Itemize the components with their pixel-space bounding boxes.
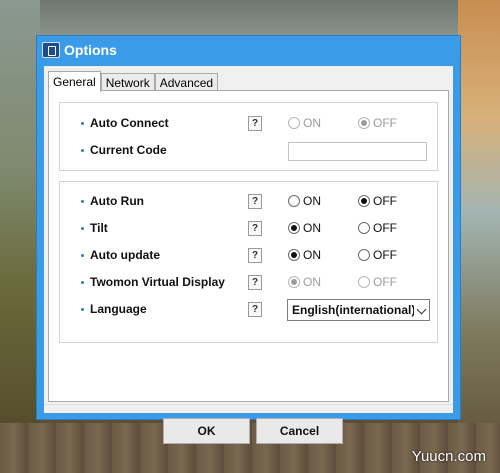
desktop-background-left [0, 0, 40, 473]
watermark: Yuucn.com [411, 448, 486, 465]
current-code-label: Current Code [90, 143, 167, 157]
tilt-on-radio[interactable]: ON [288, 221, 321, 235]
general-settings-group: Auto Run ? ON OFF Tilt ? ON OFF Auto upd… [59, 181, 438, 343]
dialog-footer-divider [44, 404, 453, 405]
virtual-display-row: Twomon Virtual Display ? ON OFF [60, 273, 437, 293]
twomon-app-icon [42, 42, 60, 58]
help-icon[interactable]: ? [248, 221, 262, 236]
help-icon[interactable]: ? [248, 302, 262, 317]
ok-button[interactable]: OK [163, 418, 250, 444]
current-code-row: Current Code [60, 141, 437, 161]
radio-label: OFF [373, 194, 397, 208]
window-title: Options [64, 42, 117, 58]
auto-connect-label: Auto Connect [90, 116, 169, 130]
radio-circle-icon [358, 249, 370, 261]
tab-network[interactable]: Network [100, 73, 155, 91]
radio-circle-icon [358, 195, 370, 207]
bullet-icon [81, 281, 84, 284]
auto-update-label: Auto update [90, 248, 160, 262]
auto-run-on-radio[interactable]: ON [288, 194, 321, 208]
options-dialog: Options General Network Advanced Auto Co… [36, 35, 461, 444]
language-select-value: English(international) [292, 303, 414, 317]
connection-group: Auto Connect ? ON OFF Current Code [59, 102, 438, 171]
virtual-display-label: Twomon Virtual Display [90, 275, 225, 289]
radio-circle-icon [358, 222, 370, 234]
bullet-icon [81, 122, 84, 125]
help-icon[interactable]: ? [248, 116, 262, 131]
radio-label: ON [303, 275, 321, 289]
bullet-icon [81, 254, 84, 257]
radio-circle-icon [358, 276, 370, 288]
tilt-row: Tilt ? ON OFF [60, 219, 437, 239]
radio-circle-icon [288, 195, 300, 207]
general-tab-panel: Auto Connect ? ON OFF Current Code Auto … [48, 90, 449, 402]
auto-update-row: Auto update ? ON OFF [60, 246, 437, 266]
radio-label: ON [303, 116, 321, 130]
language-select[interactable]: English(international) [287, 299, 430, 321]
language-row: Language ? English(international) [60, 299, 437, 321]
bullet-icon [81, 227, 84, 230]
dialog-client-area: General Network Advanced Auto Connect ? … [44, 66, 453, 444]
bullet-icon [81, 149, 84, 152]
bullet-icon [81, 308, 84, 311]
desktop-background-top [0, 0, 500, 36]
tab-strip: General Network Advanced [48, 71, 219, 92]
language-label: Language [90, 302, 147, 316]
auto-run-label: Auto Run [90, 194, 144, 208]
help-icon[interactable]: ? [248, 248, 262, 263]
desktop-background-right [458, 0, 500, 473]
radio-label: ON [303, 194, 321, 208]
help-icon[interactable]: ? [248, 194, 262, 209]
auto-run-off-radio[interactable]: OFF [358, 194, 397, 208]
cancel-button[interactable]: Cancel [256, 418, 343, 444]
radio-circle-icon [288, 276, 300, 288]
radio-label: OFF [373, 116, 397, 130]
auto-connect-on-radio: ON [288, 116, 321, 130]
tilt-off-radio[interactable]: OFF [358, 221, 397, 235]
virtual-display-off-radio: OFF [358, 275, 397, 289]
auto-connect-row: Auto Connect ? ON OFF [60, 114, 437, 134]
tilt-label: Tilt [90, 221, 108, 235]
auto-update-off-radio[interactable]: OFF [358, 248, 397, 262]
current-code-field[interactable] [288, 142, 427, 161]
virtual-display-on-radio: ON [288, 275, 321, 289]
auto-update-on-radio[interactable]: ON [288, 248, 321, 262]
help-icon[interactable]: ? [248, 275, 262, 290]
bullet-icon [81, 200, 84, 203]
title-bar[interactable]: Options [37, 36, 460, 66]
radio-label: OFF [373, 248, 397, 262]
auto-run-row: Auto Run ? ON OFF [60, 192, 437, 212]
tab-general[interactable]: General [48, 71, 101, 92]
tab-advanced[interactable]: Advanced [154, 73, 219, 91]
radio-label: ON [303, 248, 321, 262]
radio-label: OFF [373, 221, 397, 235]
auto-connect-off-radio: OFF [358, 116, 397, 130]
radio-label: ON [303, 221, 321, 235]
chevron-down-icon [416, 304, 427, 315]
radio-circle-icon [288, 222, 300, 234]
radio-label: OFF [373, 275, 397, 289]
radio-circle-icon [288, 249, 300, 261]
radio-circle-icon [288, 117, 300, 129]
radio-circle-icon [358, 117, 370, 129]
